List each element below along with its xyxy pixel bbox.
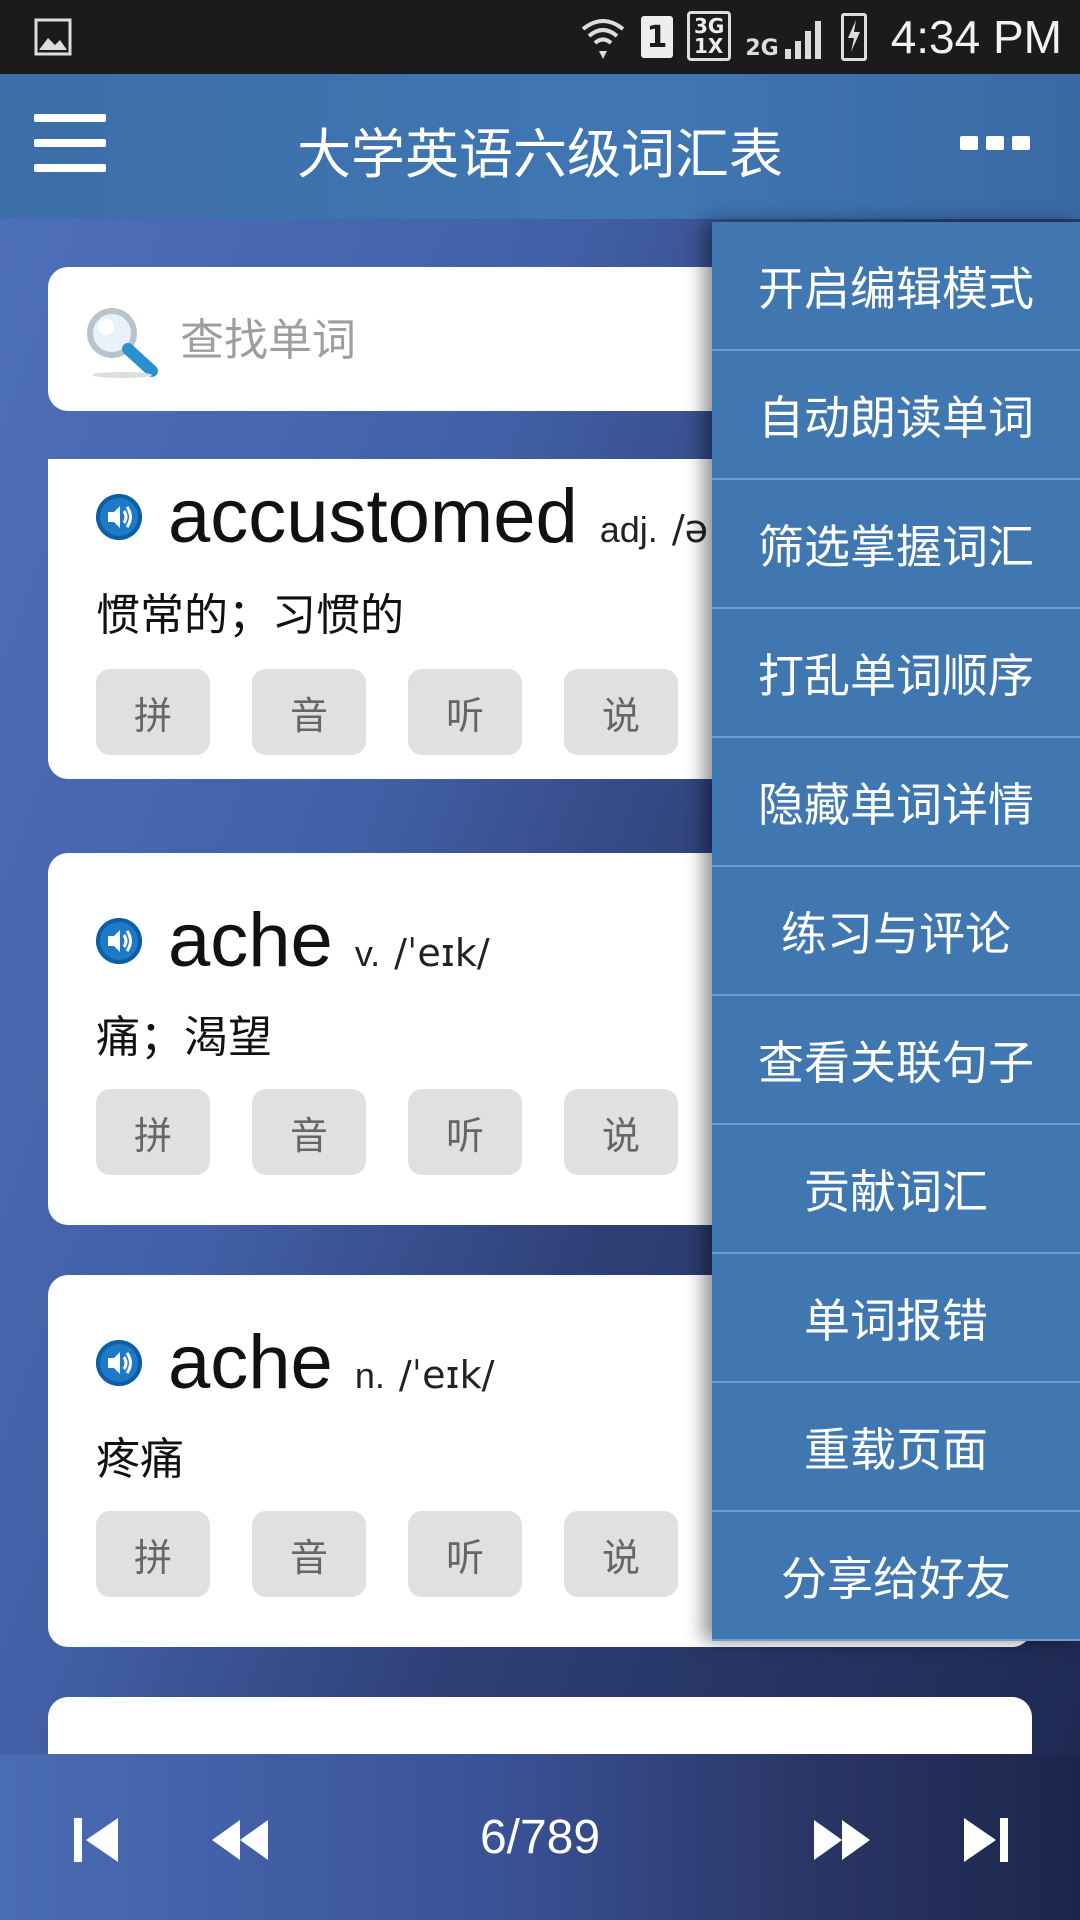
pronounce-button[interactable]: 音	[252, 1511, 366, 1597]
overflow-menu: 开启编辑模式 自动朗读单词 筛选掌握词汇 打乱单词顺序 隐藏单词详情 练习与评论…	[712, 222, 1080, 1641]
word-text: ache	[168, 898, 333, 983]
picture-icon	[34, 18, 72, 56]
menu-item-auto-read[interactable]: 自动朗读单词	[712, 351, 1080, 480]
network-bottom-label: 1X	[693, 34, 724, 58]
menu-item-share[interactable]: 分享给好友	[712, 1512, 1080, 1641]
skip-last-icon[interactable]	[950, 1810, 1020, 1870]
menu-item-hide-details[interactable]: 隐藏单词详情	[712, 738, 1080, 867]
signal-3g-icon: 3G 1X	[686, 11, 732, 61]
menu-item-filter-mastered[interactable]: 筛选掌握词汇	[712, 480, 1080, 609]
battery-charging-icon	[840, 13, 867, 61]
wifi-icon	[581, 19, 625, 59]
network-top-label: 3G	[693, 14, 725, 38]
spell-button[interactable]: 拼	[96, 1511, 210, 1597]
hamburger-icon[interactable]	[30, 114, 110, 184]
practice-buttons: 拼 音 听 说	[96, 1511, 678, 1597]
menu-item-contribute[interactable]: 贡献词汇	[712, 1125, 1080, 1254]
page-indicator: 6/789	[479, 1811, 601, 1864]
word-header: ache v. /ˈeɪk/	[96, 897, 490, 984]
spell-button[interactable]: 拼	[96, 669, 210, 755]
sim-number: 1	[646, 19, 668, 55]
signal-bars-icon	[784, 21, 821, 59]
word-text: ache	[168, 1320, 333, 1405]
rewind-icon[interactable]	[206, 1810, 276, 1870]
signal-2g-icon: 2G	[745, 13, 826, 61]
part-of-speech: adj.	[599, 509, 658, 550]
word-card	[48, 1697, 1032, 1754]
word-text: accustomed	[168, 474, 578, 559]
network-2g-label: 2G	[745, 36, 779, 61]
word-meaning: 痛；渴望	[96, 1012, 272, 1063]
phonetic: /ˈeɪk/	[398, 1353, 495, 1397]
speak-button[interactable]: 说	[564, 1089, 678, 1175]
menu-item-edit-mode[interactable]: 开启编辑模式	[712, 222, 1080, 351]
app-bar: 大学英语六级词汇表	[0, 74, 1080, 219]
speak-button[interactable]: 说	[564, 1511, 678, 1597]
word-header: ache n. /ˈeɪk/	[96, 1319, 494, 1406]
menu-item-reload[interactable]: 重载页面	[712, 1383, 1080, 1512]
menu-item-sentences[interactable]: 查看关联句子	[712, 996, 1080, 1125]
speak-button[interactable]: 说	[564, 669, 678, 755]
search-input[interactable]	[178, 301, 742, 379]
clock: 4:34 PM	[890, 11, 1062, 63]
page-title: 大学英语六级词汇表	[297, 123, 783, 186]
pronounce-button[interactable]: 音	[252, 1089, 366, 1175]
spell-button[interactable]: 拼	[96, 1089, 210, 1175]
part-of-speech: n.	[354, 1355, 385, 1396]
magnifier-icon	[87, 308, 158, 378]
speaker-icon[interactable]	[96, 493, 142, 540]
pronounce-button[interactable]: 音	[252, 669, 366, 755]
word-meaning: 惯常的；习惯的	[96, 590, 404, 641]
phonetic: /ə	[671, 507, 708, 551]
word-meaning: 疼痛	[96, 1434, 184, 1485]
fast-forward-icon[interactable]	[806, 1810, 876, 1870]
skip-first-icon[interactable]	[62, 1810, 132, 1870]
network-type: 3G 1X	[686, 11, 732, 61]
speaker-icon[interactable]	[96, 917, 142, 964]
menu-item-shuffle[interactable]: 打乱单词顺序	[712, 609, 1080, 738]
listen-button[interactable]: 听	[408, 1511, 522, 1597]
overflow-menu-icon[interactable]	[960, 136, 1040, 166]
speaker-icon[interactable]	[96, 1339, 142, 1386]
practice-buttons: 拼 音 听 说	[96, 669, 678, 755]
status-bar: 1 3G 1X 2G 4:34 PM	[0, 0, 1080, 74]
listen-button[interactable]: 听	[408, 669, 522, 755]
word-header: accustomed adj. /ə	[96, 473, 708, 560]
pager-bar: 6/789	[0, 1754, 1080, 1920]
sim-icon: 1	[640, 16, 673, 58]
status-icons: 1 3G 1X 2G 4:34 PM	[579, 8, 1062, 66]
menu-item-report[interactable]: 单词报错	[712, 1254, 1080, 1383]
practice-buttons: 拼 音 听 说	[96, 1089, 678, 1175]
phonetic: /ˈeɪk/	[394, 931, 490, 975]
part-of-speech: v.	[354, 933, 381, 974]
listen-button[interactable]: 听	[408, 1089, 522, 1175]
menu-item-practice[interactable]: 练习与评论	[712, 867, 1080, 996]
